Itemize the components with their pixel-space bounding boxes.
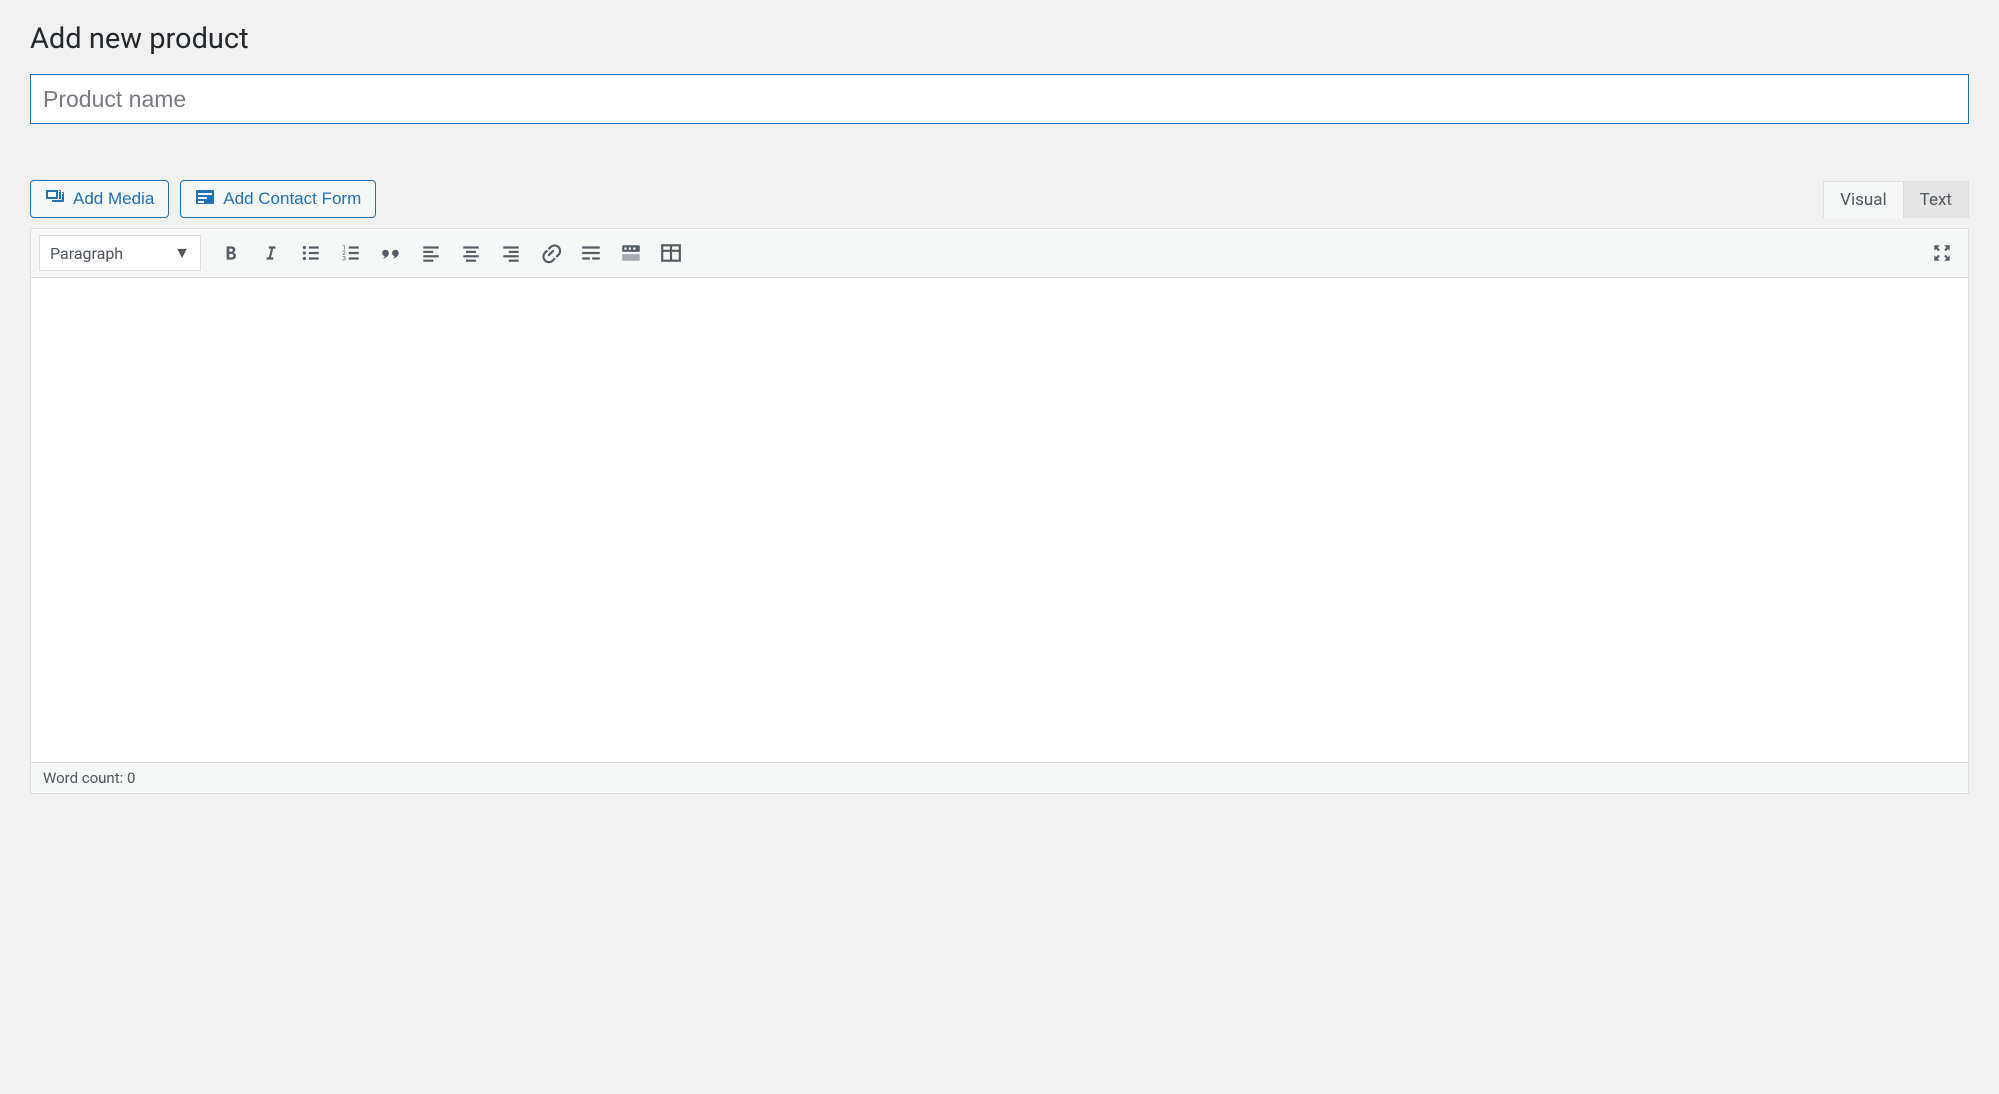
content-editor[interactable] bbox=[31, 278, 1968, 762]
align-center-button[interactable] bbox=[453, 236, 489, 270]
editor-container: Paragraph ▼ 123 Word count: 0 bbox=[30, 228, 1969, 794]
form-icon bbox=[195, 187, 215, 212]
format-select-label: Paragraph bbox=[50, 244, 123, 263]
align-right-button[interactable] bbox=[493, 236, 529, 270]
media-icon bbox=[45, 187, 65, 212]
caret-down-icon: ▼ bbox=[174, 243, 190, 263]
svg-text:3: 3 bbox=[342, 255, 346, 263]
blockquote-button[interactable] bbox=[373, 236, 409, 270]
product-name-input[interactable] bbox=[30, 74, 1969, 124]
insert-more-button[interactable] bbox=[573, 236, 609, 270]
bullet-list-button[interactable] bbox=[293, 236, 329, 270]
add-contact-form-label: Add Contact Form bbox=[223, 189, 361, 209]
editor-tabs: Visual Text bbox=[1824, 180, 1969, 218]
media-buttons-row: Add Media Add Contact Form Visual Text bbox=[30, 180, 1969, 218]
tab-visual[interactable]: Visual bbox=[1823, 181, 1903, 218]
align-left-button[interactable] bbox=[413, 236, 449, 270]
toolbar-toggle-button[interactable] bbox=[613, 236, 649, 270]
italic-button[interactable] bbox=[253, 236, 289, 270]
add-contact-form-button[interactable]: Add Contact Form bbox=[180, 180, 376, 218]
table-button[interactable] bbox=[653, 236, 689, 270]
link-button[interactable] bbox=[533, 236, 569, 270]
format-select[interactable]: Paragraph ▼ bbox=[39, 235, 201, 271]
word-count-label: Word count: bbox=[43, 769, 127, 787]
numbered-list-button[interactable]: 123 bbox=[333, 236, 369, 270]
bold-button[interactable] bbox=[213, 236, 249, 270]
word-count-value: 0 bbox=[127, 769, 135, 787]
editor-status-bar: Word count: 0 bbox=[31, 762, 1968, 793]
tab-text[interactable]: Text bbox=[1903, 181, 1969, 218]
add-media-button[interactable]: Add Media bbox=[30, 180, 169, 218]
editor-toolbar: Paragraph ▼ 123 bbox=[31, 229, 1968, 278]
add-media-label: Add Media bbox=[73, 189, 154, 209]
fullscreen-button[interactable] bbox=[1924, 236, 1960, 270]
page-title: Add new product bbox=[30, 22, 1969, 56]
